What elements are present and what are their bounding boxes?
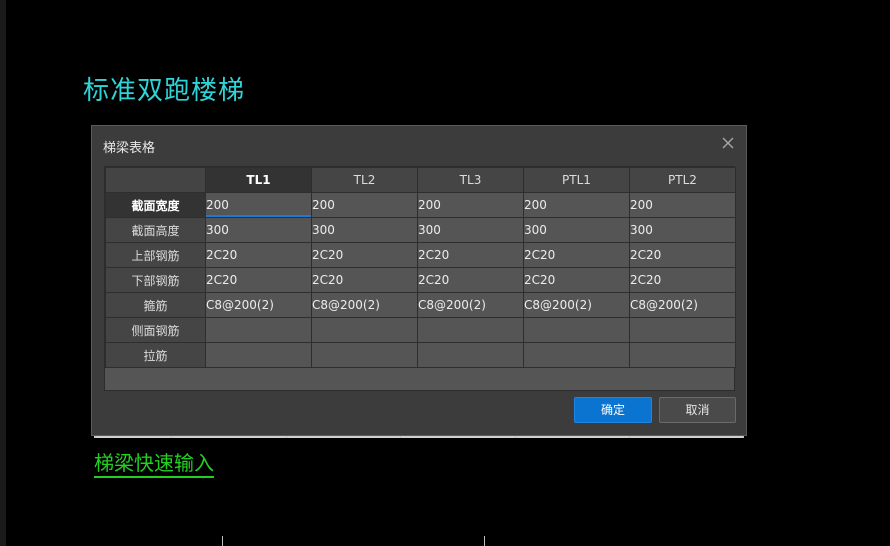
grid-cell[interactable] bbox=[311, 342, 418, 368]
grid-cell[interactable]: 300 bbox=[205, 217, 312, 243]
grid-cell[interactable]: 2C20 bbox=[629, 267, 736, 293]
column-header-tl1[interactable]: TL1 bbox=[205, 167, 312, 193]
table-row: 上部钢筋 2C20 2C20 2C20 2C20 2C20 bbox=[105, 242, 736, 268]
drawing-title: 标准双跑楼梯 bbox=[83, 76, 246, 106]
grid-cell[interactable]: C8@200(2) bbox=[205, 292, 312, 318]
grid-cell[interactable] bbox=[417, 317, 524, 343]
cancel-button[interactable]: 取消 bbox=[659, 397, 736, 423]
grid-cell[interactable]: 2C20 bbox=[417, 242, 524, 268]
grid-cell[interactable]: 2C20 bbox=[311, 242, 418, 268]
table-row: 截面高度 300 300 300 300 300 bbox=[105, 217, 736, 243]
table-row: 截面宽度 200 200 200 200 200 bbox=[105, 192, 736, 218]
table-row: 拉筋 bbox=[105, 342, 736, 368]
grid-cell[interactable]: 2C20 bbox=[205, 267, 312, 293]
grid-cell[interactable]: C8@200(2) bbox=[417, 292, 524, 318]
grid-cell[interactable] bbox=[523, 317, 630, 343]
grid-cell[interactable]: 2C20 bbox=[629, 242, 736, 268]
ok-button[interactable]: 确定 bbox=[574, 397, 652, 423]
grid-cell[interactable]: 200 bbox=[523, 192, 630, 218]
quick-input-link[interactable]: 梯梁快速输入 bbox=[94, 450, 214, 478]
row-header-side-rebar[interactable]: 侧面钢筋 bbox=[105, 317, 206, 343]
dialog-title: 梯梁表格 bbox=[103, 141, 156, 156]
grid-cell[interactable]: C8@200(2) bbox=[523, 292, 630, 318]
beam-table: TL1 TL2 TL3 PTL1 PTL2 截面宽度 200 200 200 2… bbox=[105, 167, 736, 368]
grid-cell[interactable]: 300 bbox=[417, 217, 524, 243]
grid-cell[interactable] bbox=[311, 317, 418, 343]
grid-cell[interactable]: 2C20 bbox=[417, 267, 524, 293]
beam-grid: TL1 TL2 TL3 PTL1 PTL2 截面宽度 200 200 200 2… bbox=[104, 166, 736, 391]
row-header-tie-bar[interactable]: 拉筋 bbox=[105, 342, 206, 368]
grid-cell[interactable] bbox=[523, 342, 630, 368]
table-row: 下部钢筋 2C20 2C20 2C20 2C20 2C20 bbox=[105, 267, 736, 293]
row-header-top-rebar[interactable]: 上部钢筋 bbox=[105, 242, 206, 268]
grid-cell[interactable] bbox=[417, 342, 524, 368]
table-row: 侧面钢筋 bbox=[105, 317, 736, 343]
grid-cell[interactable] bbox=[205, 342, 312, 368]
grid-corner bbox=[105, 167, 206, 193]
table-row: 箍筋 C8@200(2) C8@200(2) C8@200(2) C8@200(… bbox=[105, 292, 736, 318]
grid-cell[interactable]: 2C20 bbox=[523, 267, 630, 293]
column-header-ptl2[interactable]: PTL2 bbox=[629, 167, 736, 193]
grid-cell[interactable]: C8@200(2) bbox=[629, 292, 736, 318]
row-header-section-height[interactable]: 截面高度 bbox=[105, 217, 206, 243]
row-header-bottom-rebar[interactable]: 下部钢筋 bbox=[105, 267, 206, 293]
grid-cell[interactable] bbox=[205, 317, 312, 343]
canvas-left-edge bbox=[0, 0, 6, 546]
grid-cell[interactable]: C8@200(2) bbox=[311, 292, 418, 318]
column-header-tl3[interactable]: TL3 bbox=[417, 167, 524, 193]
grid-cell[interactable] bbox=[629, 317, 736, 343]
grid-cell[interactable] bbox=[629, 342, 736, 368]
header-row: TL1 TL2 TL3 PTL1 PTL2 bbox=[105, 167, 736, 193]
cad-baseline bbox=[94, 436, 744, 438]
row-header-stirrup[interactable]: 箍筋 bbox=[105, 292, 206, 318]
stair-beam-table-dialog: 梯梁表格 TL1 TL2 TL3 PTL1 PTL2 截面宽度 200 200 … bbox=[91, 125, 747, 436]
grid-cell[interactable]: 200 bbox=[205, 192, 312, 218]
grid-cell[interactable]: 300 bbox=[311, 217, 418, 243]
grid-cell[interactable]: 300 bbox=[523, 217, 630, 243]
grid-cell[interactable]: 2C20 bbox=[523, 242, 630, 268]
cad-tick bbox=[222, 536, 223, 546]
close-icon[interactable] bbox=[720, 135, 736, 151]
row-header-section-width[interactable]: 截面宽度 bbox=[105, 192, 206, 218]
column-header-tl2[interactable]: TL2 bbox=[311, 167, 418, 193]
grid-cell[interactable]: 200 bbox=[417, 192, 524, 218]
grid-cell[interactable]: 300 bbox=[629, 217, 736, 243]
grid-cell[interactable]: 2C20 bbox=[205, 242, 312, 268]
cad-tick bbox=[484, 536, 485, 546]
grid-cell[interactable]: 2C20 bbox=[311, 267, 418, 293]
grid-cell[interactable]: 200 bbox=[311, 192, 418, 218]
grid-cell[interactable]: 200 bbox=[629, 192, 736, 218]
column-header-ptl1[interactable]: PTL1 bbox=[523, 167, 630, 193]
